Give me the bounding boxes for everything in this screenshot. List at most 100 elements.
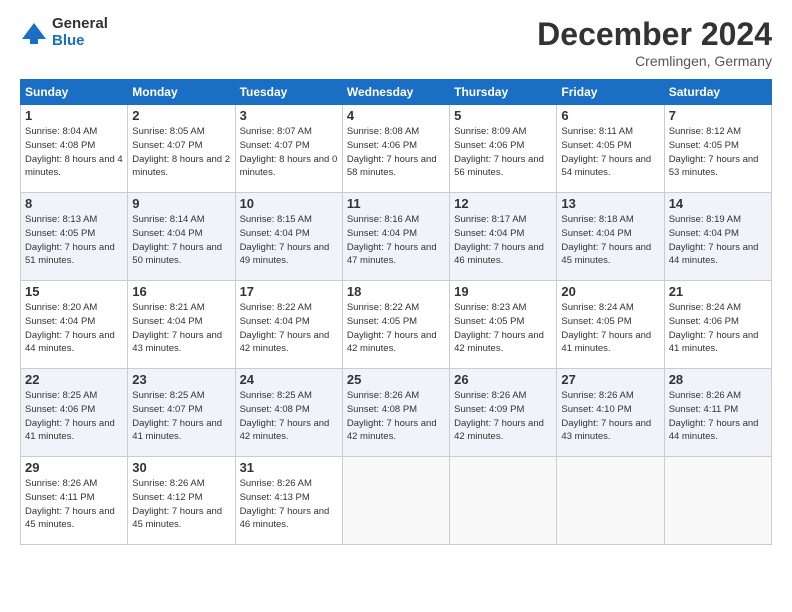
daylight: Daylight: 7 hours and 42 minutes. <box>347 418 437 443</box>
calendar-cell: 16 Sunrise: 8:21 AM Sunset: 4:04 PM Dayl… <box>128 281 235 369</box>
calendar-cell: 7 Sunrise: 8:12 AM Sunset: 4:05 PM Dayli… <box>664 105 771 193</box>
sunrise: Sunrise: 8:13 AM <box>25 214 97 225</box>
sunrise: Sunrise: 8:12 AM <box>669 126 741 137</box>
day-number: 31 <box>240 460 338 475</box>
day-info: Sunrise: 8:25 AM Sunset: 4:07 PM Dayligh… <box>132 389 230 444</box>
col-monday: Monday <box>128 80 235 105</box>
sunset: Sunset: 4:07 PM <box>132 404 202 415</box>
sunrise: Sunrise: 8:22 AM <box>347 302 419 313</box>
day-info: Sunrise: 8:13 AM Sunset: 4:05 PM Dayligh… <box>25 213 123 268</box>
calendar-cell: 27 Sunrise: 8:26 AM Sunset: 4:10 PM Dayl… <box>557 369 664 457</box>
month-title: December 2024 <box>537 16 772 53</box>
sunrise: Sunrise: 8:14 AM <box>132 214 204 225</box>
sunset: Sunset: 4:09 PM <box>454 404 524 415</box>
daylight: Daylight: 7 hours and 44 minutes. <box>669 418 759 443</box>
calendar-cell: 2 Sunrise: 8:05 AM Sunset: 4:07 PM Dayli… <box>128 105 235 193</box>
sunrise: Sunrise: 8:05 AM <box>132 126 204 137</box>
day-info: Sunrise: 8:20 AM Sunset: 4:04 PM Dayligh… <box>25 301 123 356</box>
daylight: Daylight: 7 hours and 46 minutes. <box>454 242 544 267</box>
day-info: Sunrise: 8:25 AM Sunset: 4:08 PM Dayligh… <box>240 389 338 444</box>
sunset: Sunset: 4:10 PM <box>561 404 631 415</box>
daylight: Daylight: 8 hours and 0 minutes. <box>240 154 338 179</box>
sunset: Sunset: 4:07 PM <box>132 140 202 151</box>
sunrise: Sunrise: 8:17 AM <box>454 214 526 225</box>
day-info: Sunrise: 8:04 AM Sunset: 4:08 PM Dayligh… <box>25 125 123 180</box>
day-info: Sunrise: 8:14 AM Sunset: 4:04 PM Dayligh… <box>132 213 230 268</box>
calendar-cell: 1 Sunrise: 8:04 AM Sunset: 4:08 PM Dayli… <box>21 105 128 193</box>
daylight: Daylight: 7 hours and 45 minutes. <box>132 506 222 531</box>
sunset: Sunset: 4:04 PM <box>454 228 524 239</box>
header: General Blue December 2024 Cremlingen, G… <box>20 16 772 69</box>
logo-blue: Blue <box>52 33 108 50</box>
day-number: 6 <box>561 108 659 123</box>
sunrise: Sunrise: 8:11 AM <box>561 126 633 137</box>
col-tuesday: Tuesday <box>235 80 342 105</box>
sunset: Sunset: 4:05 PM <box>25 228 95 239</box>
sunrise: Sunrise: 8:24 AM <box>561 302 633 313</box>
day-number: 12 <box>454 196 552 211</box>
calendar-cell: 10 Sunrise: 8:15 AM Sunset: 4:04 PM Dayl… <box>235 193 342 281</box>
day-number: 15 <box>25 284 123 299</box>
daylight: Daylight: 7 hours and 41 minutes. <box>132 418 222 443</box>
sunset: Sunset: 4:05 PM <box>561 316 631 327</box>
day-number: 19 <box>454 284 552 299</box>
daylight: Daylight: 8 hours and 2 minutes. <box>132 154 230 179</box>
calendar-cell: 13 Sunrise: 8:18 AM Sunset: 4:04 PM Dayl… <box>557 193 664 281</box>
daylight: Daylight: 7 hours and 42 minutes. <box>454 418 544 443</box>
day-number: 25 <box>347 372 445 387</box>
sunset: Sunset: 4:04 PM <box>669 228 739 239</box>
calendar-cell: 9 Sunrise: 8:14 AM Sunset: 4:04 PM Dayli… <box>128 193 235 281</box>
sunrise: Sunrise: 8:26 AM <box>454 390 526 401</box>
sunset: Sunset: 4:05 PM <box>669 140 739 151</box>
sunset: Sunset: 4:05 PM <box>454 316 524 327</box>
day-number: 8 <box>25 196 123 211</box>
calendar-cell: 5 Sunrise: 8:09 AM Sunset: 4:06 PM Dayli… <box>450 105 557 193</box>
daylight: Daylight: 7 hours and 58 minutes. <box>347 154 437 179</box>
day-number: 2 <box>132 108 230 123</box>
sunrise: Sunrise: 8:22 AM <box>240 302 312 313</box>
calendar-cell: 21 Sunrise: 8:24 AM Sunset: 4:06 PM Dayl… <box>664 281 771 369</box>
calendar-cell <box>557 457 664 545</box>
daylight: Daylight: 7 hours and 53 minutes. <box>669 154 759 179</box>
day-info: Sunrise: 8:16 AM Sunset: 4:04 PM Dayligh… <box>347 213 445 268</box>
day-info: Sunrise: 8:18 AM Sunset: 4:04 PM Dayligh… <box>561 213 659 268</box>
sunrise: Sunrise: 8:25 AM <box>132 390 204 401</box>
calendar-cell: 15 Sunrise: 8:20 AM Sunset: 4:04 PM Dayl… <box>21 281 128 369</box>
day-info: Sunrise: 8:23 AM Sunset: 4:05 PM Dayligh… <box>454 301 552 356</box>
daylight: Daylight: 7 hours and 41 minutes. <box>669 330 759 355</box>
day-info: Sunrise: 8:07 AM Sunset: 4:07 PM Dayligh… <box>240 125 338 180</box>
calendar: Sunday Monday Tuesday Wednesday Thursday… <box>20 79 772 545</box>
day-number: 1 <box>25 108 123 123</box>
sunset: Sunset: 4:04 PM <box>561 228 631 239</box>
daylight: Daylight: 7 hours and 46 minutes. <box>240 506 330 531</box>
day-number: 28 <box>669 372 767 387</box>
col-sunday: Sunday <box>21 80 128 105</box>
day-number: 29 <box>25 460 123 475</box>
sunset: Sunset: 4:04 PM <box>132 228 202 239</box>
calendar-cell <box>450 457 557 545</box>
sunset: Sunset: 4:04 PM <box>347 228 417 239</box>
sunset: Sunset: 4:13 PM <box>240 492 310 503</box>
day-number: 23 <box>132 372 230 387</box>
daylight: Daylight: 7 hours and 42 minutes. <box>240 418 330 443</box>
calendar-cell: 11 Sunrise: 8:16 AM Sunset: 4:04 PM Dayl… <box>342 193 449 281</box>
logo: General Blue <box>20 16 108 49</box>
calendar-cell: 3 Sunrise: 8:07 AM Sunset: 4:07 PM Dayli… <box>235 105 342 193</box>
calendar-cell: 29 Sunrise: 8:26 AM Sunset: 4:11 PM Dayl… <box>21 457 128 545</box>
day-number: 13 <box>561 196 659 211</box>
calendar-cell: 6 Sunrise: 8:11 AM Sunset: 4:05 PM Dayli… <box>557 105 664 193</box>
sunrise: Sunrise: 8:09 AM <box>454 126 526 137</box>
day-number: 5 <box>454 108 552 123</box>
calendar-cell: 12 Sunrise: 8:17 AM Sunset: 4:04 PM Dayl… <box>450 193 557 281</box>
day-info: Sunrise: 8:11 AM Sunset: 4:05 PM Dayligh… <box>561 125 659 180</box>
logo-text: General Blue <box>52 16 108 49</box>
daylight: Daylight: 7 hours and 42 minutes. <box>240 330 330 355</box>
day-number: 24 <box>240 372 338 387</box>
sunrise: Sunrise: 8:19 AM <box>669 214 741 225</box>
sunrise: Sunrise: 8:20 AM <box>25 302 97 313</box>
page: General Blue December 2024 Cremlingen, G… <box>0 0 792 612</box>
day-info: Sunrise: 8:21 AM Sunset: 4:04 PM Dayligh… <box>132 301 230 356</box>
sunset: Sunset: 4:08 PM <box>347 404 417 415</box>
day-number: 26 <box>454 372 552 387</box>
day-info: Sunrise: 8:22 AM Sunset: 4:04 PM Dayligh… <box>240 301 338 356</box>
